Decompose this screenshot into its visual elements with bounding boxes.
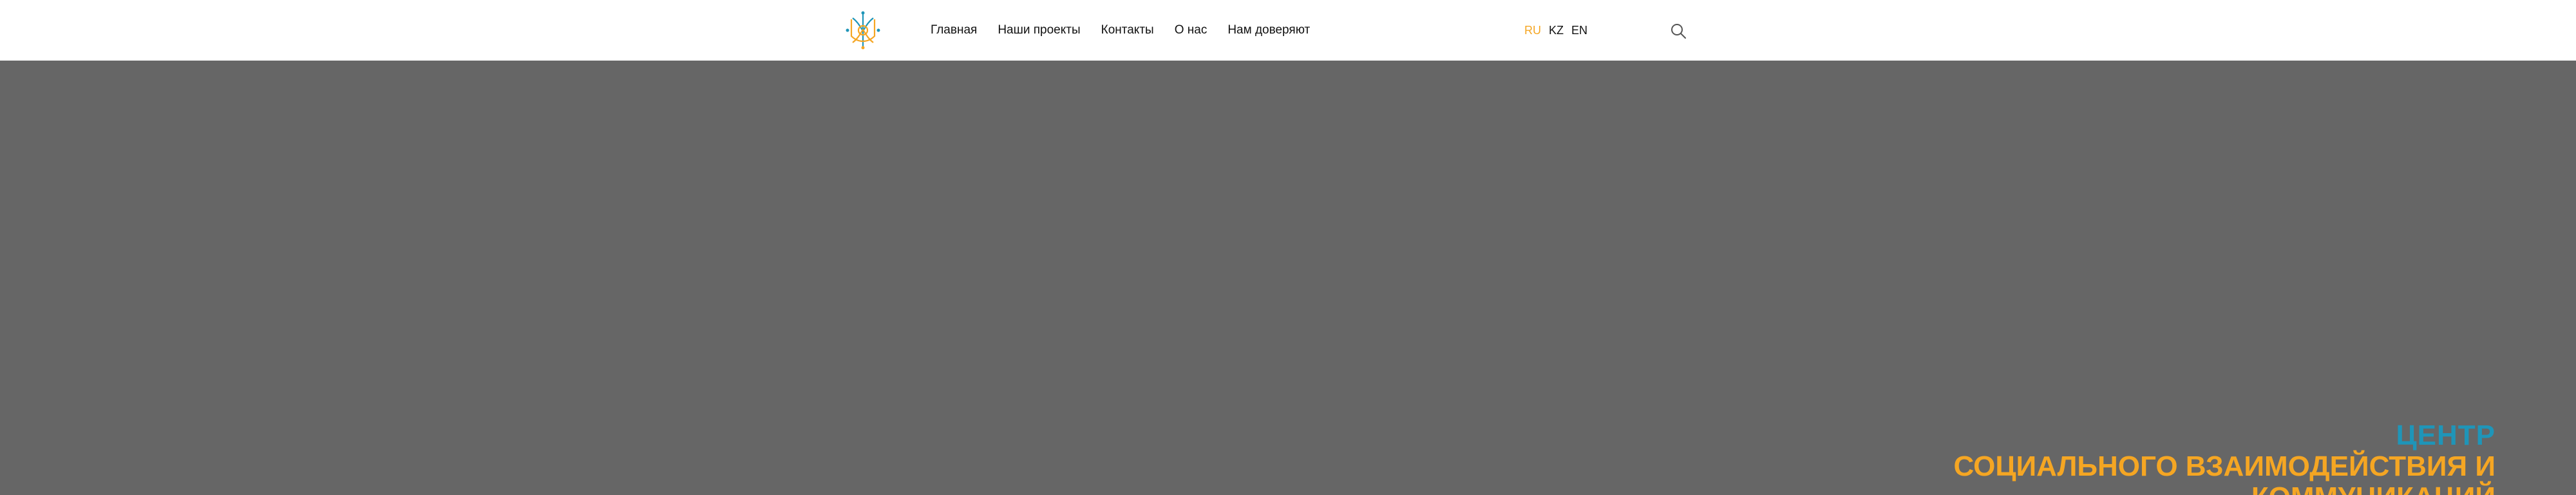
page: Главная Наши проекты Контакты О нас Нам … bbox=[0, 0, 2576, 495]
hero-title-line1: ЦЕНТР bbox=[2396, 420, 2496, 451]
language-switcher: RU KZ EN bbox=[1524, 0, 1595, 61]
nav-item-trust[interactable]: Нам доверяют bbox=[1227, 23, 1310, 37]
lang-ru[interactable]: RU bbox=[1524, 24, 1541, 37]
nav-item-contacts[interactable]: Контакты bbox=[1101, 23, 1154, 37]
hero-banner: ЦЕНТР СОЦИАЛЬНОГО ВЗАИМОДЕЙСТВИЯ И КОММУ… bbox=[0, 61, 2576, 495]
hero-title: ЦЕНТР СОЦИАЛЬНОГО ВЗАИМОДЕЙСТВИЯ И КОММУ… bbox=[1954, 420, 2496, 495]
nav-item-about[interactable]: О нас bbox=[1175, 23, 1208, 37]
site-header: Главная Наши проекты Контакты О нас Нам … bbox=[0, 0, 2576, 61]
hero-title-line3: КОММУНИКАЦИЙ bbox=[1954, 482, 2496, 495]
lang-en[interactable]: EN bbox=[1571, 24, 1587, 37]
nav-item-projects[interactable]: Наши проекты bbox=[998, 23, 1080, 37]
lang-kz[interactable]: KZ bbox=[1549, 24, 1564, 37]
hero-title-line2: СОЦИАЛЬНОГО ВЗАИМОДЕЙСТВИЯ И bbox=[1953, 451, 2496, 482]
logo-icon[interactable] bbox=[844, 10, 882, 50]
search-icon[interactable] bbox=[1669, 22, 1687, 40]
main-nav: Главная Наши проекты Контакты О нас Нам … bbox=[931, 0, 1331, 61]
nav-item-home[interactable]: Главная bbox=[931, 23, 977, 37]
